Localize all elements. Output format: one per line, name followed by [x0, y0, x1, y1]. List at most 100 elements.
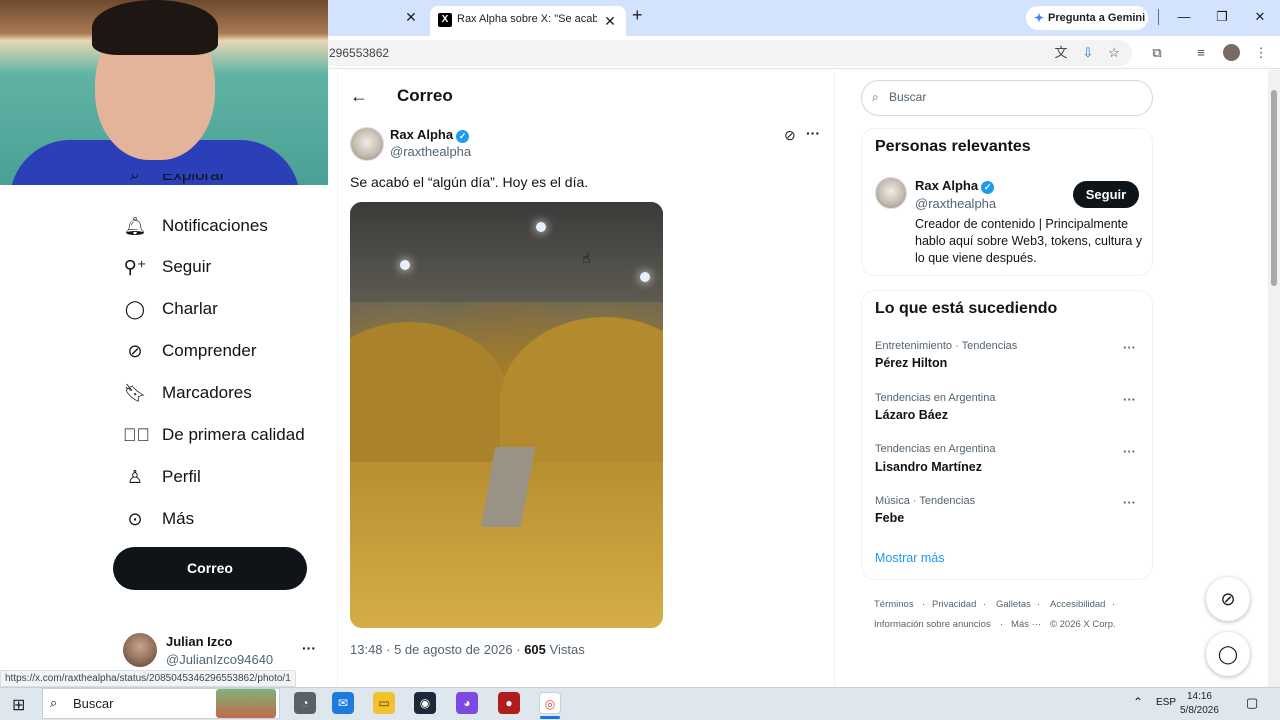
messages-fab[interactable]: ◯ [1206, 632, 1250, 676]
footer-separator: · [1037, 599, 1041, 610]
footer-accessibility-link[interactable]: Accesibilidad [1050, 599, 1105, 610]
trend-name[interactable]: Lázaro Báez [875, 408, 948, 422]
post-author-avatar[interactable] [350, 127, 384, 161]
chrome-icon[interactable]: ◎ [539, 692, 561, 714]
omnibox[interactable] [320, 40, 1132, 66]
chrome-menu-icon[interactable]: ⋮ [1251, 44, 1271, 62]
trend-name[interactable]: Pérez Hilton [875, 356, 947, 370]
active-tab-close-button[interactable]: ✕ [600, 11, 620, 31]
outlook-icon[interactable]: ✉ [332, 692, 354, 714]
footer-more-link[interactable]: Más ··· [1011, 619, 1041, 630]
relevant-handle[interactable]: @raxthealpha [915, 196, 996, 211]
search-input[interactable]: Buscar [889, 90, 926, 104]
media-controls-icon[interactable]: ≡ [1191, 44, 1211, 62]
taskbar-date: 5/8/2026 [1180, 705, 1219, 716]
relevant-avatar[interactable] [875, 177, 907, 209]
previous-tab-close-button[interactable]: ✕ [401, 7, 421, 27]
footer-separator: · [983, 599, 987, 610]
gemini-button[interactable]: ✦ Pregunta a Gemini [1026, 6, 1148, 30]
sidebar-item-notificaciones[interactable]: 🔔︎ Notificaciones [123, 210, 323, 242]
sidebar-item-label: Explorar [162, 174, 226, 184]
footer-privacy-link[interactable]: Privacidad [932, 599, 976, 610]
sidebar-item-label: Notificaciones [162, 216, 268, 235]
trend-more-button[interactable]: ··· [1123, 392, 1136, 407]
avatar[interactable] [123, 633, 157, 667]
active-tab-title: Rax Alpha sobre X: "Se acabó el [457, 13, 597, 25]
post-image[interactable] [350, 202, 663, 628]
post-author-name-text: Rax Alpha [390, 127, 454, 142]
grok-icon[interactable]: ⊘ [784, 127, 796, 144]
sidebar-item-explorar[interactable]: ⌕ Explorar [123, 174, 323, 185]
trend-name[interactable]: Febe [875, 511, 904, 525]
steam-icon[interactable]: ◉ [414, 692, 436, 714]
new-tab-button[interactable]: + [632, 5, 643, 26]
task-view-icon[interactable]: ◔ [294, 692, 316, 714]
show-more-link[interactable]: Mostrar más [875, 551, 944, 565]
sidebar-item-charlar[interactable]: ◯ Charlar [123, 293, 323, 325]
post-author-name[interactable]: Rax Alpha ✓ [390, 127, 470, 143]
minimize-button[interactable]: — [1168, 6, 1200, 28]
trend-name[interactable]: Lisandro Martínez [875, 460, 982, 474]
scrollbar-thumb[interactable] [1271, 90, 1277, 286]
translate-icon[interactable]: 文 [1051, 44, 1071, 62]
windows-start-icon[interactable]: ⊞ [12, 695, 25, 715]
image-light [400, 260, 410, 270]
grok-icon: ⊘ [1220, 589, 1236, 609]
trend-context: Música · Tendencias [875, 495, 976, 507]
post-button[interactable]: Correo [113, 547, 307, 590]
trend-more-button[interactable]: ··· [1123, 444, 1136, 459]
trend-context: Entretenimiento · Tendencias [875, 340, 1018, 352]
sidebar-item-perfil[interactable]: ♙ Perfil [123, 461, 323, 493]
post-more-button[interactable]: ··· [806, 125, 820, 141]
follow-icon: ⚲⁺ [123, 256, 147, 277]
url-text[interactable]: 296553862 [329, 46, 389, 60]
account-more-button[interactable]: ··· [302, 640, 316, 656]
footer-terms-link[interactable]: Términos [874, 599, 914, 610]
back-arrow-icon[interactable]: ← [350, 86, 368, 107]
sidebar-item-comprender[interactable]: ⊘ Comprender [123, 335, 323, 367]
taskbar-time: 14:16 [1186, 691, 1212, 702]
footer-cookies-link[interactable]: Galletas [996, 599, 1031, 610]
gemini-star-icon: ✦ [1034, 11, 1045, 25]
trends-card [861, 290, 1153, 580]
post-author-handle[interactable]: @raxthealpha [390, 144, 471, 159]
obs-icon[interactable]: ● [498, 692, 520, 714]
extensions-icon[interactable]: ⧉ [1147, 44, 1167, 62]
sidebar-item-marcadores[interactable]: 🔖︎ Marcadores [123, 377, 323, 409]
active-tab[interactable]: X Rax Alpha sobre X: "Se acabó el ✕ [430, 6, 626, 36]
profile-avatar-icon[interactable] [1223, 44, 1240, 61]
sidebar-item-premium[interactable]: ✓⃝ De primera calidad [123, 419, 323, 451]
sidebar-item-seguir[interactable]: ⚲⁺ Seguir [123, 251, 323, 283]
image-light [536, 222, 546, 232]
taskbar-search-label[interactable]: Buscar [73, 696, 113, 711]
trend-more-button[interactable]: ··· [1123, 495, 1136, 510]
discord-icon[interactable]: ◕ [456, 692, 478, 714]
language-indicator[interactable]: ESP [1156, 697, 1176, 708]
search-icon: ⌕ [50, 695, 58, 710]
footer-ads-link[interactable]: Información sobre anuncios [874, 619, 991, 630]
sidebar-item-label: Comprender [162, 341, 257, 360]
chevron-up-icon[interactable]: ⌃ [1133, 695, 1143, 709]
account-handle: @JulianIzco94640 [166, 652, 274, 667]
relevant-name[interactable]: Rax Alpha ✓ [915, 178, 995, 194]
chat-icon: ◯ [124, 298, 146, 319]
close-window-button[interactable]: ✕ [1244, 6, 1276, 28]
account-name: Julian Izco [166, 634, 233, 649]
sidebar-item-label: De primera calidad [162, 425, 305, 444]
maximize-button[interactable]: ❐ [1206, 6, 1238, 28]
bookmark-star-icon[interactable]: ☆ [1104, 44, 1124, 62]
status-bar-url: https://x.com/raxthealpha/status/2085045… [0, 670, 296, 687]
file-explorer-icon[interactable]: ▭ [373, 692, 395, 714]
taskbar-widget-image[interactable] [216, 689, 276, 718]
post-text: Se acabó el “algún día”. Hoy es el día. [350, 174, 589, 190]
sidebar-item-label: Más [162, 509, 195, 528]
trend-more-button[interactable]: ··· [1123, 340, 1136, 355]
post-timestamp[interactable]: 13:48 · 5 de agosto de 2026 · [350, 642, 521, 657]
footer-separator: · [1000, 619, 1004, 630]
taskbar-clock[interactable]: 14:16 5/8/2026 [1180, 690, 1219, 718]
grok-fab[interactable]: ⊘ [1206, 577, 1250, 621]
sidebar-item-mas[interactable]: ⊙ Más [123, 503, 323, 535]
install-app-icon[interactable]: ⇩ [1078, 44, 1098, 62]
notification-center-icon[interactable]: ▢ [1246, 695, 1258, 711]
follow-button[interactable]: Seguir [1073, 181, 1139, 208]
